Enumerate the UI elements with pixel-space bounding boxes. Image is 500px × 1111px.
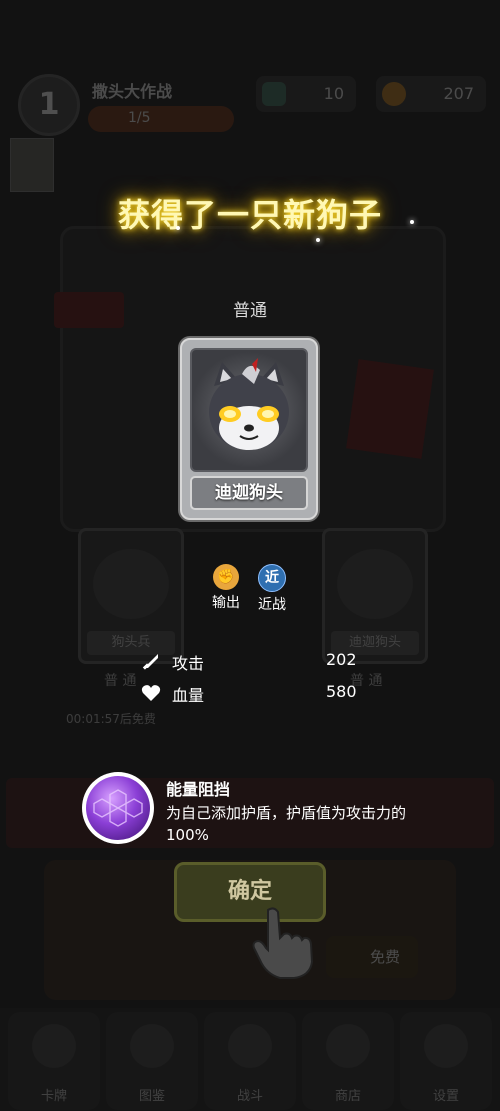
stat-value: 580: [326, 682, 357, 701]
collection-icon: [130, 1024, 174, 1068]
free-timer: 00:01:57后免费: [66, 712, 156, 726]
nav-item-battle[interactable]: 战斗: [204, 1012, 296, 1110]
skill-icon: [82, 772, 154, 844]
pointing-hand-icon: [252, 907, 314, 979]
tag-label: 近战: [258, 597, 286, 613]
avatar[interactable]: [10, 138, 54, 192]
heart-icon: [141, 685, 161, 701]
gem-value: 10: [323, 84, 344, 103]
bottom-nav: 卡牌 图鉴 战斗 商店 设置: [0, 1008, 500, 1111]
skill-name: 能量阻挡: [166, 780, 231, 799]
player-progress-bar: [88, 106, 234, 132]
dog-card: 迪迦狗头: [180, 338, 318, 520]
stat-hp: 血量 580: [140, 680, 360, 706]
stat-attack: 攻击 202: [140, 648, 360, 674]
player-level-badge: 1: [18, 74, 80, 136]
coin-counter[interactable]: 207: [376, 76, 486, 112]
dog-face-icon: [93, 549, 169, 619]
nav-item-cards[interactable]: 卡牌: [8, 1012, 100, 1110]
sparkle-icon: [176, 226, 180, 230]
skill-description: 为自己添加护盾，护盾值为攻击力的100%: [166, 804, 407, 844]
cards-icon: [32, 1024, 76, 1068]
stat-name: 攻击: [172, 654, 205, 673]
dog-head-icon: [209, 358, 289, 450]
player-progress-text: 1/5: [128, 110, 151, 126]
nav-item-settings[interactable]: 设置: [400, 1012, 492, 1110]
reward-title: 获得了一只新狗子: [117, 196, 382, 234]
card-rank: 普 通: [104, 673, 137, 689]
gem-counter[interactable]: 10: [256, 76, 356, 112]
nav-label: 设置: [432, 1089, 459, 1104]
nav-label: 战斗: [236, 1089, 263, 1104]
dog-face-icon: [337, 549, 413, 619]
sparkle-icon: [410, 220, 414, 224]
free-summon-label: 免费: [370, 948, 401, 966]
nav-item-collection[interactable]: 图鉴: [106, 1012, 198, 1110]
free-summon-button[interactable]: 免费: [326, 936, 418, 978]
nav-label: 图鉴: [138, 1089, 165, 1104]
stat-value: 202: [326, 650, 357, 669]
sparkle-icon: [316, 238, 320, 242]
coin-value: 207: [443, 84, 474, 103]
nav-item-shop[interactable]: 商店: [302, 1012, 394, 1110]
card-portrait-frame: [190, 348, 308, 472]
background-card-right[interactable]: 迪迦狗头: [322, 528, 428, 664]
shop-icon: [326, 1024, 370, 1068]
sword-icon: [142, 654, 158, 670]
gem-icon: [262, 82, 286, 106]
near-icon: 近: [258, 564, 286, 592]
card-name: 迪迦狗头: [190, 476, 308, 510]
rarity-label: 普通: [233, 301, 267, 321]
role-tag-melee: 近 近战: [242, 564, 302, 614]
fist-icon: ✊: [213, 564, 239, 590]
settings-icon: [424, 1024, 468, 1068]
background-card-left[interactable]: 狗头兵: [78, 528, 184, 664]
stat-name: 血量: [172, 686, 205, 705]
nav-label: 商店: [334, 1089, 361, 1104]
red-flag: [346, 359, 434, 459]
coin-icon: [382, 82, 406, 106]
hex-shield-icon: [93, 789, 143, 827]
paw-icon: [228, 1024, 272, 1068]
player-name: 撒头大作战: [92, 82, 173, 101]
nav-label: 卡牌: [40, 1089, 67, 1104]
